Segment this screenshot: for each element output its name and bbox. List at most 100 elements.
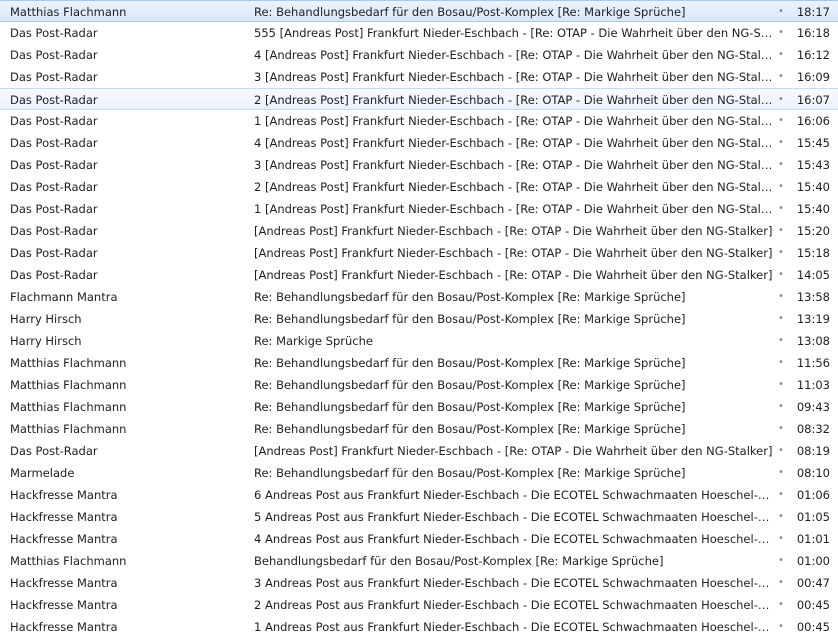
message-time: 16:06 bbox=[796, 114, 830, 128]
status-dot-icon[interactable]: • bbox=[775, 308, 787, 330]
message-row[interactable]: Hackfresse Mantra 5 Andreas Post aus Fran… bbox=[0, 506, 838, 528]
message-row[interactable]: Das Post-Radar 4 [Andreas Post] Frankfurt… bbox=[0, 44, 838, 66]
status-dot-icon[interactable]: • bbox=[775, 66, 787, 88]
message-row[interactable]: Hackfresse Mantra 3 Andreas Post aus Fran… bbox=[0, 572, 838, 594]
message-row[interactable]: Das Post-Radar 2 [Andreas Post] Frankfurt… bbox=[0, 176, 838, 198]
status-dot-icon[interactable]: • bbox=[775, 506, 787, 528]
message-time: 13:08 bbox=[796, 334, 830, 348]
message-time: 15:20 bbox=[796, 224, 830, 238]
message-sender: Das Post-Radar bbox=[10, 93, 98, 107]
message-sender: Hackfresse Mantra bbox=[10, 510, 118, 524]
message-subject: Behandlungsbedarf für den Bosau/Post-Kom… bbox=[254, 554, 664, 568]
message-sender: Hackfresse Mantra bbox=[10, 576, 118, 590]
message-row[interactable]: Hackfresse Mantra 6 Andreas Post aus Fran… bbox=[0, 484, 838, 506]
message-row[interactable]: Das Post-Radar 2 [Andreas Post] Frankfurt… bbox=[0, 88, 838, 110]
status-dot-icon[interactable]: • bbox=[775, 132, 787, 154]
message-row[interactable]: Matthias Flachmann Re: Behandlungsbedarf … bbox=[0, 418, 838, 440]
status-dot-icon[interactable]: • bbox=[775, 616, 787, 638]
message-row[interactable]: Das Post-Radar 1 [Andreas Post] Frankfurt… bbox=[0, 198, 838, 220]
message-row[interactable]: Marmelade Re: Behandlungsbedarf für den B… bbox=[0, 462, 838, 484]
message-subject: 2 [Andreas Post] Frankfurt Nieder-Eschba… bbox=[254, 93, 774, 107]
message-row[interactable]: Hackfresse Mantra 2 Andreas Post aus Fran… bbox=[0, 594, 838, 616]
status-dot-icon[interactable]: • bbox=[775, 484, 787, 506]
status-dot-icon[interactable]: • bbox=[775, 396, 787, 418]
status-dot-icon[interactable]: • bbox=[775, 352, 787, 374]
status-dot-icon[interactable]: • bbox=[775, 440, 787, 462]
message-sender: Das Post-Radar bbox=[10, 114, 98, 128]
message-subject: Re: Behandlungsbedarf für den Bosau/Post… bbox=[254, 312, 686, 326]
message-time: 01:06 bbox=[796, 488, 830, 502]
message-row[interactable]: Matthias Flachmann Behandlungsbedarf für … bbox=[0, 550, 838, 572]
status-dot-icon[interactable]: • bbox=[775, 572, 787, 594]
message-subject: [Andreas Post] Frankfurt Nieder-Eschbach… bbox=[254, 268, 773, 282]
message-sender: Matthias Flachmann bbox=[10, 422, 127, 436]
status-dot-icon[interactable]: • bbox=[775, 418, 787, 440]
message-row[interactable]: Matthias Flachmann Re: Behandlungsbedarf … bbox=[0, 374, 838, 396]
message-row[interactable]: Das Post-Radar [Andreas Post] Frankfurt N… bbox=[0, 264, 838, 286]
status-dot-icon[interactable]: • bbox=[775, 22, 787, 44]
status-dot-icon[interactable]: • bbox=[775, 89, 787, 111]
status-dot-icon[interactable]: • bbox=[775, 286, 787, 308]
status-dot-icon[interactable]: • bbox=[775, 528, 787, 550]
status-dot-icon[interactable]: • bbox=[775, 264, 787, 286]
message-row[interactable]: Das Post-Radar 555 [Andreas Post] Frankfu… bbox=[0, 22, 838, 44]
message-subject: 4 [Andreas Post] Frankfurt Nieder-Eschba… bbox=[254, 48, 774, 62]
message-sender: Harry Hirsch bbox=[10, 312, 82, 326]
status-dot-icon[interactable]: • bbox=[775, 44, 787, 66]
message-subject: 1 [Andreas Post] Frankfurt Nieder-Eschba… bbox=[254, 202, 774, 216]
message-row[interactable]: Das Post-Radar 1 [Andreas Post] Frankfurt… bbox=[0, 110, 838, 132]
status-dot-icon[interactable]: • bbox=[775, 176, 787, 198]
message-time: 01:01 bbox=[796, 532, 830, 546]
message-sender: Matthias Flachmann bbox=[10, 554, 127, 568]
message-sender: Das Post-Radar bbox=[10, 202, 98, 216]
message-sender: Hackfresse Mantra bbox=[10, 488, 118, 502]
message-row[interactable]: Das Post-Radar 4 [Andreas Post] Frankfurt… bbox=[0, 132, 838, 154]
status-dot-icon[interactable]: • bbox=[775, 462, 787, 484]
message-subject: Re: Behandlungsbedarf für den Bosau/Post… bbox=[254, 5, 686, 19]
status-dot-icon[interactable]: • bbox=[775, 198, 787, 220]
message-row[interactable]: Hackfresse Mantra 1 Andreas Post aus Fran… bbox=[0, 616, 838, 638]
status-dot-icon[interactable]: • bbox=[775, 242, 787, 264]
message-sender: Das Post-Radar bbox=[10, 136, 98, 150]
message-subject: [Andreas Post] Frankfurt Nieder-Eschbach… bbox=[254, 224, 773, 238]
message-subject: 3 [Andreas Post] Frankfurt Nieder-Eschba… bbox=[254, 70, 774, 84]
message-time: 11:56 bbox=[796, 356, 830, 370]
message-sender: Das Post-Radar bbox=[10, 26, 98, 40]
status-dot-icon[interactable]: • bbox=[775, 154, 787, 176]
message-row[interactable]: Flachmann Mantra Re: Behandlungsbedarf fü… bbox=[0, 286, 838, 308]
message-sender: Hackfresse Mantra bbox=[10, 532, 118, 546]
status-dot-icon[interactable]: • bbox=[775, 594, 787, 616]
message-sender: Hackfresse Mantra bbox=[10, 620, 118, 634]
message-row[interactable]: Das Post-Radar [Andreas Post] Frankfurt N… bbox=[0, 440, 838, 462]
message-subject: Re: Markige Sprüche bbox=[254, 334, 373, 348]
message-row[interactable]: Das Post-Radar 3 [Andreas Post] Frankfurt… bbox=[0, 66, 838, 88]
message-row[interactable]: Das Post-Radar 3 [Andreas Post] Frankfurt… bbox=[0, 154, 838, 176]
message-row[interactable]: Matthias Flachmann Re: Behandlungsbedarf … bbox=[0, 352, 838, 374]
message-row[interactable]: Hackfresse Mantra 4 Andreas Post aus Fran… bbox=[0, 528, 838, 550]
message-sender: Das Post-Radar bbox=[10, 444, 98, 458]
message-time: 15:45 bbox=[796, 136, 830, 150]
status-dot-icon[interactable]: • bbox=[775, 220, 787, 242]
message-row[interactable]: Das Post-Radar [Andreas Post] Frankfurt N… bbox=[0, 220, 838, 242]
status-dot-icon[interactable]: • bbox=[775, 374, 787, 396]
message-row[interactable]: Das Post-Radar [Andreas Post] Frankfurt N… bbox=[0, 242, 838, 264]
message-row[interactable]: Matthias Flachmann Re: Behandlungsbedarf … bbox=[0, 396, 838, 418]
message-time: 15:43 bbox=[796, 158, 830, 172]
status-dot-icon[interactable]: • bbox=[775, 1, 787, 23]
message-subject: 5 Andreas Post aus Frankfurt Nieder-Esch… bbox=[254, 510, 774, 524]
message-subject: 1 [Andreas Post] Frankfurt Nieder-Eschba… bbox=[254, 114, 774, 128]
message-time: 16:18 bbox=[796, 26, 830, 40]
message-row[interactable]: Harry Hirsch Re: Behandlungsbedarf für de… bbox=[0, 308, 838, 330]
message-sender: Das Post-Radar bbox=[10, 224, 98, 238]
message-subject: 1 Andreas Post aus Frankfurt Nieder-Esch… bbox=[254, 620, 774, 634]
message-row[interactable]: Matthias Flachmann Re: Behandlungsbedarf … bbox=[0, 0, 838, 22]
message-time: 09:43 bbox=[796, 400, 830, 414]
status-dot-icon[interactable]: • bbox=[775, 110, 787, 132]
message-row[interactable]: Harry Hirsch Re: Markige Sprüche • 13:08 bbox=[0, 330, 838, 352]
status-dot-icon[interactable]: • bbox=[775, 330, 787, 352]
message-time: 13:58 bbox=[796, 290, 830, 304]
message-list: Matthias Flachmann Re: Behandlungsbedarf … bbox=[0, 0, 838, 640]
message-subject: Re: Behandlungsbedarf für den Bosau/Post… bbox=[254, 466, 686, 480]
status-dot-icon[interactable]: • bbox=[775, 550, 787, 572]
message-time: 16:12 bbox=[796, 48, 830, 62]
